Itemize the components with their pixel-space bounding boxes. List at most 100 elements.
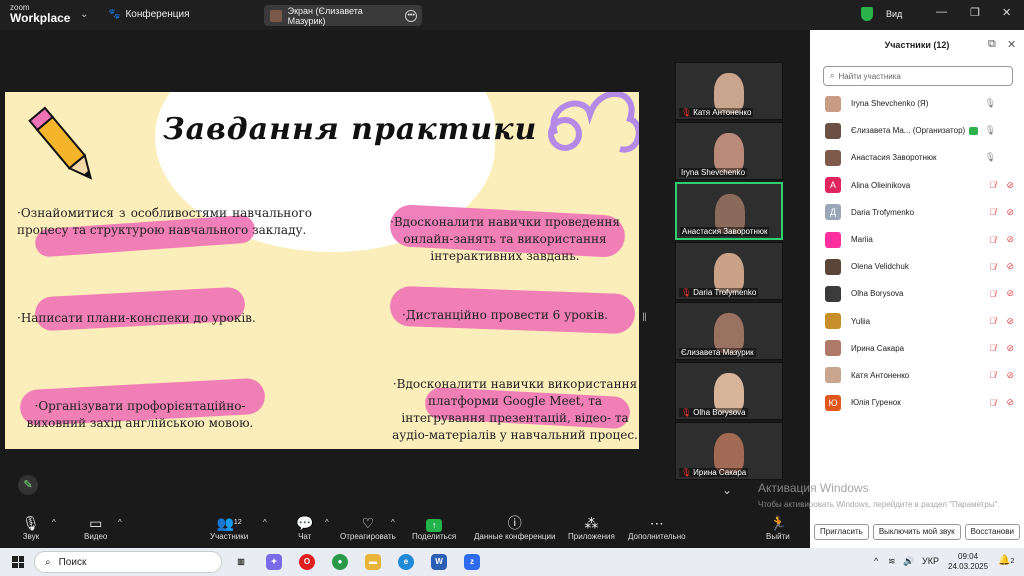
- more-options-icon[interactable]: •••: [405, 9, 417, 22]
- react-button[interactable]: ♡ Отреагировать: [340, 514, 396, 541]
- chevron-down-icon[interactable]: ⌄: [80, 9, 88, 20]
- camera-off-icon[interactable]: ⊘: [1006, 207, 1014, 218]
- mic-muted-icon[interactable]: 🎙̸: [989, 262, 996, 272]
- language-indicator[interactable]: УКР: [922, 556, 939, 566]
- maximize-icon[interactable]: ❐: [970, 6, 980, 19]
- participant-row[interactable]: A Alina Olieinikova 🎙̸ ⊘: [810, 172, 1024, 199]
- flower-doodle-icon: [548, 92, 639, 153]
- participant-row[interactable]: Iryna Shevchenko (Я) 🎙: [810, 90, 1024, 117]
- exit-label: Выйти: [766, 532, 790, 541]
- video-thumbnail[interactable]: Анастасия Заворотнюк: [675, 182, 783, 240]
- scroll-down-chevron-icon[interactable]: ⌄: [722, 483, 732, 497]
- microphone-icon[interactable]: 🎙: [985, 125, 996, 136]
- participants-button[interactable]: 👥12 Участники: [210, 514, 248, 541]
- paw-icon: 🐾: [108, 9, 121, 20]
- chat-button[interactable]: 💬 Чат: [296, 514, 313, 541]
- opera-icon[interactable]: O: [299, 554, 315, 570]
- mic-muted-icon[interactable]: 🎙̸: [989, 207, 996, 217]
- minimize-icon[interactable]: —: [936, 6, 947, 18]
- audio-button[interactable]: 🎙 Звук: [22, 514, 40, 541]
- video-button[interactable]: ▭ Видео: [84, 514, 107, 541]
- camera-off-icon[interactable]: ⊘: [1006, 180, 1014, 191]
- camera-off-icon[interactable]: ⊘: [1006, 261, 1014, 272]
- react-label: Отреагировать: [340, 532, 396, 541]
- participant-row[interactable]: Ю Юлія Гуренок 🎙̸ ⊘: [810, 389, 1024, 416]
- more-button[interactable]: ⋯ Дополнительно: [628, 514, 686, 541]
- participant-search-input[interactable]: ⌕ Найти участника: [823, 66, 1013, 86]
- microphone-icon[interactable]: 🎙: [985, 98, 996, 109]
- video-thumbnail[interactable]: Єлизавета Мазурик: [675, 302, 783, 360]
- conference-menu[interactable]: 🐾 Конференция: [108, 9, 190, 20]
- mic-muted-icon[interactable]: 🎙̸: [989, 398, 996, 408]
- video-caret-icon[interactable]: ^: [118, 518, 122, 527]
- participants-caret-icon[interactable]: ^: [263, 518, 267, 527]
- camera-off-icon[interactable]: ⊘: [1006, 343, 1014, 354]
- thumbnail-name: 🎙 Ирина Сакара: [679, 468, 749, 477]
- video-thumbnail[interactable]: 🎙 Катя Антоненко: [675, 62, 783, 120]
- security-shield-icon[interactable]: [861, 7, 873, 21]
- participant-row[interactable]: Катя Антоненко 🎙̸ ⊘: [810, 362, 1024, 389]
- chat-icon: 💬: [296, 515, 314, 531]
- participant-row[interactable]: Mariia 🎙̸ ⊘: [810, 226, 1024, 253]
- zoom-taskbar-icon[interactable]: z: [464, 554, 480, 570]
- view-menu[interactable]: Вид: [886, 9, 902, 19]
- wifi-icon[interactable]: ≋: [888, 556, 896, 567]
- screen-share-indicator[interactable]: Экран (Єлизавета Мазурик) •••: [264, 5, 422, 26]
- taskbar-search-input[interactable]: ⌕ Поиск: [34, 551, 222, 573]
- react-caret-icon[interactable]: ^: [391, 518, 395, 527]
- participant-video: [714, 253, 744, 293]
- mic-muted-icon[interactable]: 🎙̸: [989, 316, 996, 326]
- participant-row[interactable]: Olha Borysova 🎙̸ ⊘: [810, 280, 1024, 307]
- video-thumbnail[interactable]: 🎙 Ирина Сакара: [675, 422, 783, 480]
- participant-row[interactable]: Olena Velidchuk 🎙̸ ⊘: [810, 253, 1024, 280]
- video-thumbnail[interactable]: Iryna Shevchenko: [675, 122, 783, 180]
- participant-row[interactable]: Ирина Сакара 🎙̸ ⊘: [810, 335, 1024, 362]
- notification-icon[interactable]: 🔔2: [998, 555, 1014, 566]
- participant-row[interactable]: Д Daria Trofymenko 🎙̸ ⊘: [810, 199, 1024, 226]
- file-explorer-icon[interactable]: ▬: [365, 554, 381, 570]
- video-thumbnail[interactable]: 🎙 Olha Borysova: [675, 362, 783, 420]
- participant-row[interactable]: Єлизавета Ма... (Организатор) 🎙: [810, 117, 1024, 144]
- word-icon[interactable]: W: [431, 554, 447, 570]
- invite-button[interactable]: Пригласить: [814, 524, 869, 540]
- taskbar-clock[interactable]: 09:04 24.03.2025: [948, 552, 988, 572]
- resize-handle-icon[interactable]: ‖: [642, 310, 647, 324]
- mic-muted-icon[interactable]: 🎙̸: [989, 370, 996, 380]
- shared-slide: Завдання практики ·Ознайомитися з особли…: [5, 92, 639, 449]
- mic-muted-icon[interactable]: 🎙̸: [989, 289, 996, 299]
- popout-icon[interactable]: ⧉: [988, 38, 996, 51]
- participant-row[interactable]: Анастасия Заворотнюк 🎙: [810, 144, 1024, 171]
- tray-chevron-icon[interactable]: ^: [874, 556, 878, 566]
- share-button[interactable]: ↑ Поделиться: [412, 514, 456, 541]
- thumbnail-name-text: Катя Антоненко: [693, 108, 752, 117]
- apps-button[interactable]: ⁂ Приложения: [568, 514, 615, 541]
- task-view-icon[interactable]: ▥: [233, 554, 249, 570]
- camera-off-icon[interactable]: ⊘: [1006, 370, 1014, 381]
- camera-off-icon[interactable]: ⊘: [1006, 288, 1014, 299]
- windows-start-icon[interactable]: [12, 556, 24, 568]
- mic-muted-icon[interactable]: 🎙̸: [989, 235, 996, 245]
- mute-me-button[interactable]: Выключить мой звук: [872, 524, 961, 540]
- edge-icon[interactable]: e: [398, 554, 414, 570]
- audio-caret-icon[interactable]: ^: [52, 518, 56, 527]
- mic-muted-icon[interactable]: 🎙̸: [989, 180, 996, 190]
- mic-muted-icon[interactable]: 🎙̸: [989, 343, 996, 353]
- taskbar-search-label: Поиск: [58, 556, 87, 568]
- restore-button[interactable]: Восстанови: [964, 524, 1020, 540]
- panel-close-icon[interactable]: ✕: [1007, 38, 1016, 51]
- volume-icon[interactable]: 🔊: [903, 556, 914, 567]
- camera-off-icon[interactable]: ⊘: [1006, 397, 1014, 408]
- close-icon[interactable]: ✕: [1002, 6, 1011, 19]
- chat-caret-icon[interactable]: ^: [325, 518, 329, 527]
- participant-row[interactable]: Yuliia 🎙̸ ⊘: [810, 308, 1024, 335]
- participants-icon: 👥12: [216, 515, 242, 531]
- exit-button[interactable]: 🏃 Выйти: [766, 514, 790, 541]
- annotate-pen-button[interactable]: ✎: [18, 475, 38, 495]
- copilot-icon[interactable]: ✦: [266, 554, 282, 570]
- camera-off-icon[interactable]: ⊘: [1006, 234, 1014, 245]
- microphone-icon[interactable]: 🎙: [985, 152, 996, 163]
- video-thumbnail[interactable]: 🎙 Daria Trofymenko: [675, 242, 783, 300]
- meeting-info-button[interactable]: ⓘ Данные конференции: [474, 514, 555, 541]
- camera-off-icon[interactable]: ⊘: [1006, 316, 1014, 327]
- chrome-icon[interactable]: ●: [332, 554, 348, 570]
